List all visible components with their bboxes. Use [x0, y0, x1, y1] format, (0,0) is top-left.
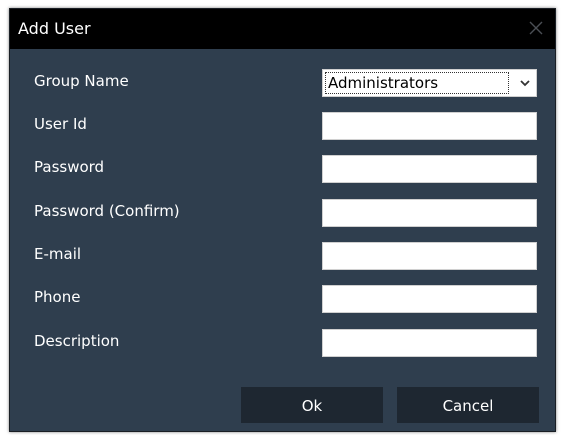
- email-input[interactable]: [322, 242, 537, 270]
- chevron-down-icon[interactable]: [517, 74, 533, 92]
- password-confirm-input[interactable]: [322, 199, 537, 227]
- group-name-selected-value: Administrators: [325, 72, 509, 94]
- close-icon[interactable]: [525, 17, 547, 39]
- password-confirm-label: Password (Confirm): [34, 202, 180, 220]
- user-id-label: User Id: [34, 115, 87, 133]
- description-label: Description: [34, 332, 120, 350]
- description-input[interactable]: [322, 329, 537, 357]
- group-name-label: Group Name: [34, 72, 129, 90]
- phone-label: Phone: [34, 288, 81, 306]
- password-label: Password: [34, 158, 105, 176]
- phone-input[interactable]: [322, 285, 537, 313]
- dialog-title: Add User: [18, 19, 91, 38]
- add-user-dialog: Add User Group Name Administrators User …: [9, 8, 556, 432]
- group-name-select[interactable]: Administrators: [322, 69, 537, 97]
- cancel-button[interactable]: Cancel: [397, 387, 539, 423]
- close-x-glyph: [529, 21, 543, 35]
- ok-button[interactable]: Ok: [241, 387, 383, 423]
- email-label: E-mail: [34, 245, 82, 263]
- user-id-input[interactable]: [322, 112, 537, 140]
- dialog-titlebar[interactable]: Add User: [10, 9, 555, 49]
- chevron-down-glyph: [520, 79, 530, 86]
- password-input[interactable]: [322, 155, 537, 183]
